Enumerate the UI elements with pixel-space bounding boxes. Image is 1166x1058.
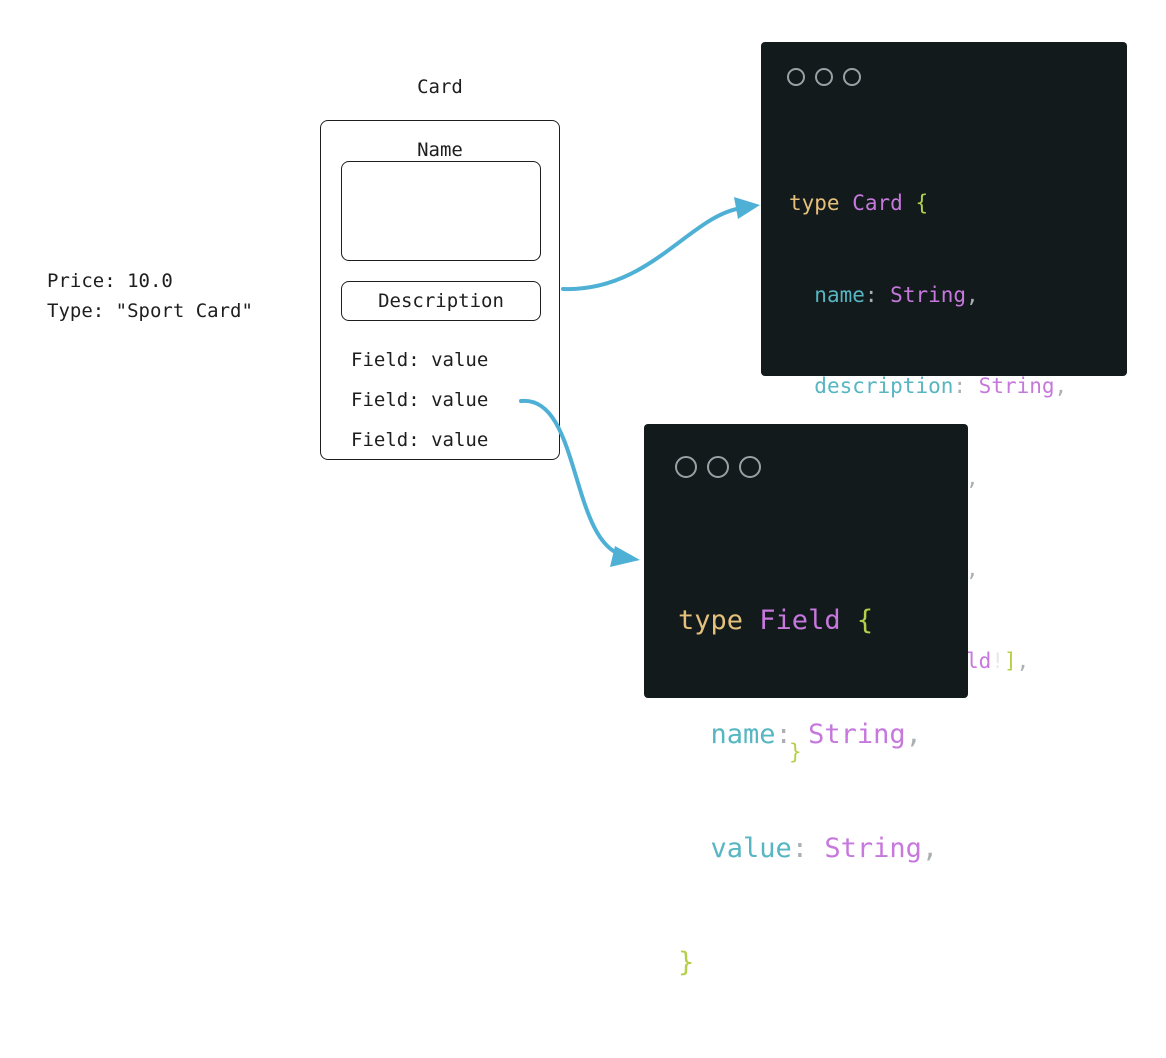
arrowhead-icon <box>734 197 760 219</box>
code-prop-type: String <box>824 833 922 864</box>
connector-arrows <box>519 197 760 567</box>
code-brace: } <box>678 947 695 978</box>
code-prop-name: value <box>710 833 792 864</box>
card-to-type-arrow <box>561 206 744 292</box>
arrowhead-icon <box>610 546 640 567</box>
field-to-type-arrow <box>519 398 624 557</box>
